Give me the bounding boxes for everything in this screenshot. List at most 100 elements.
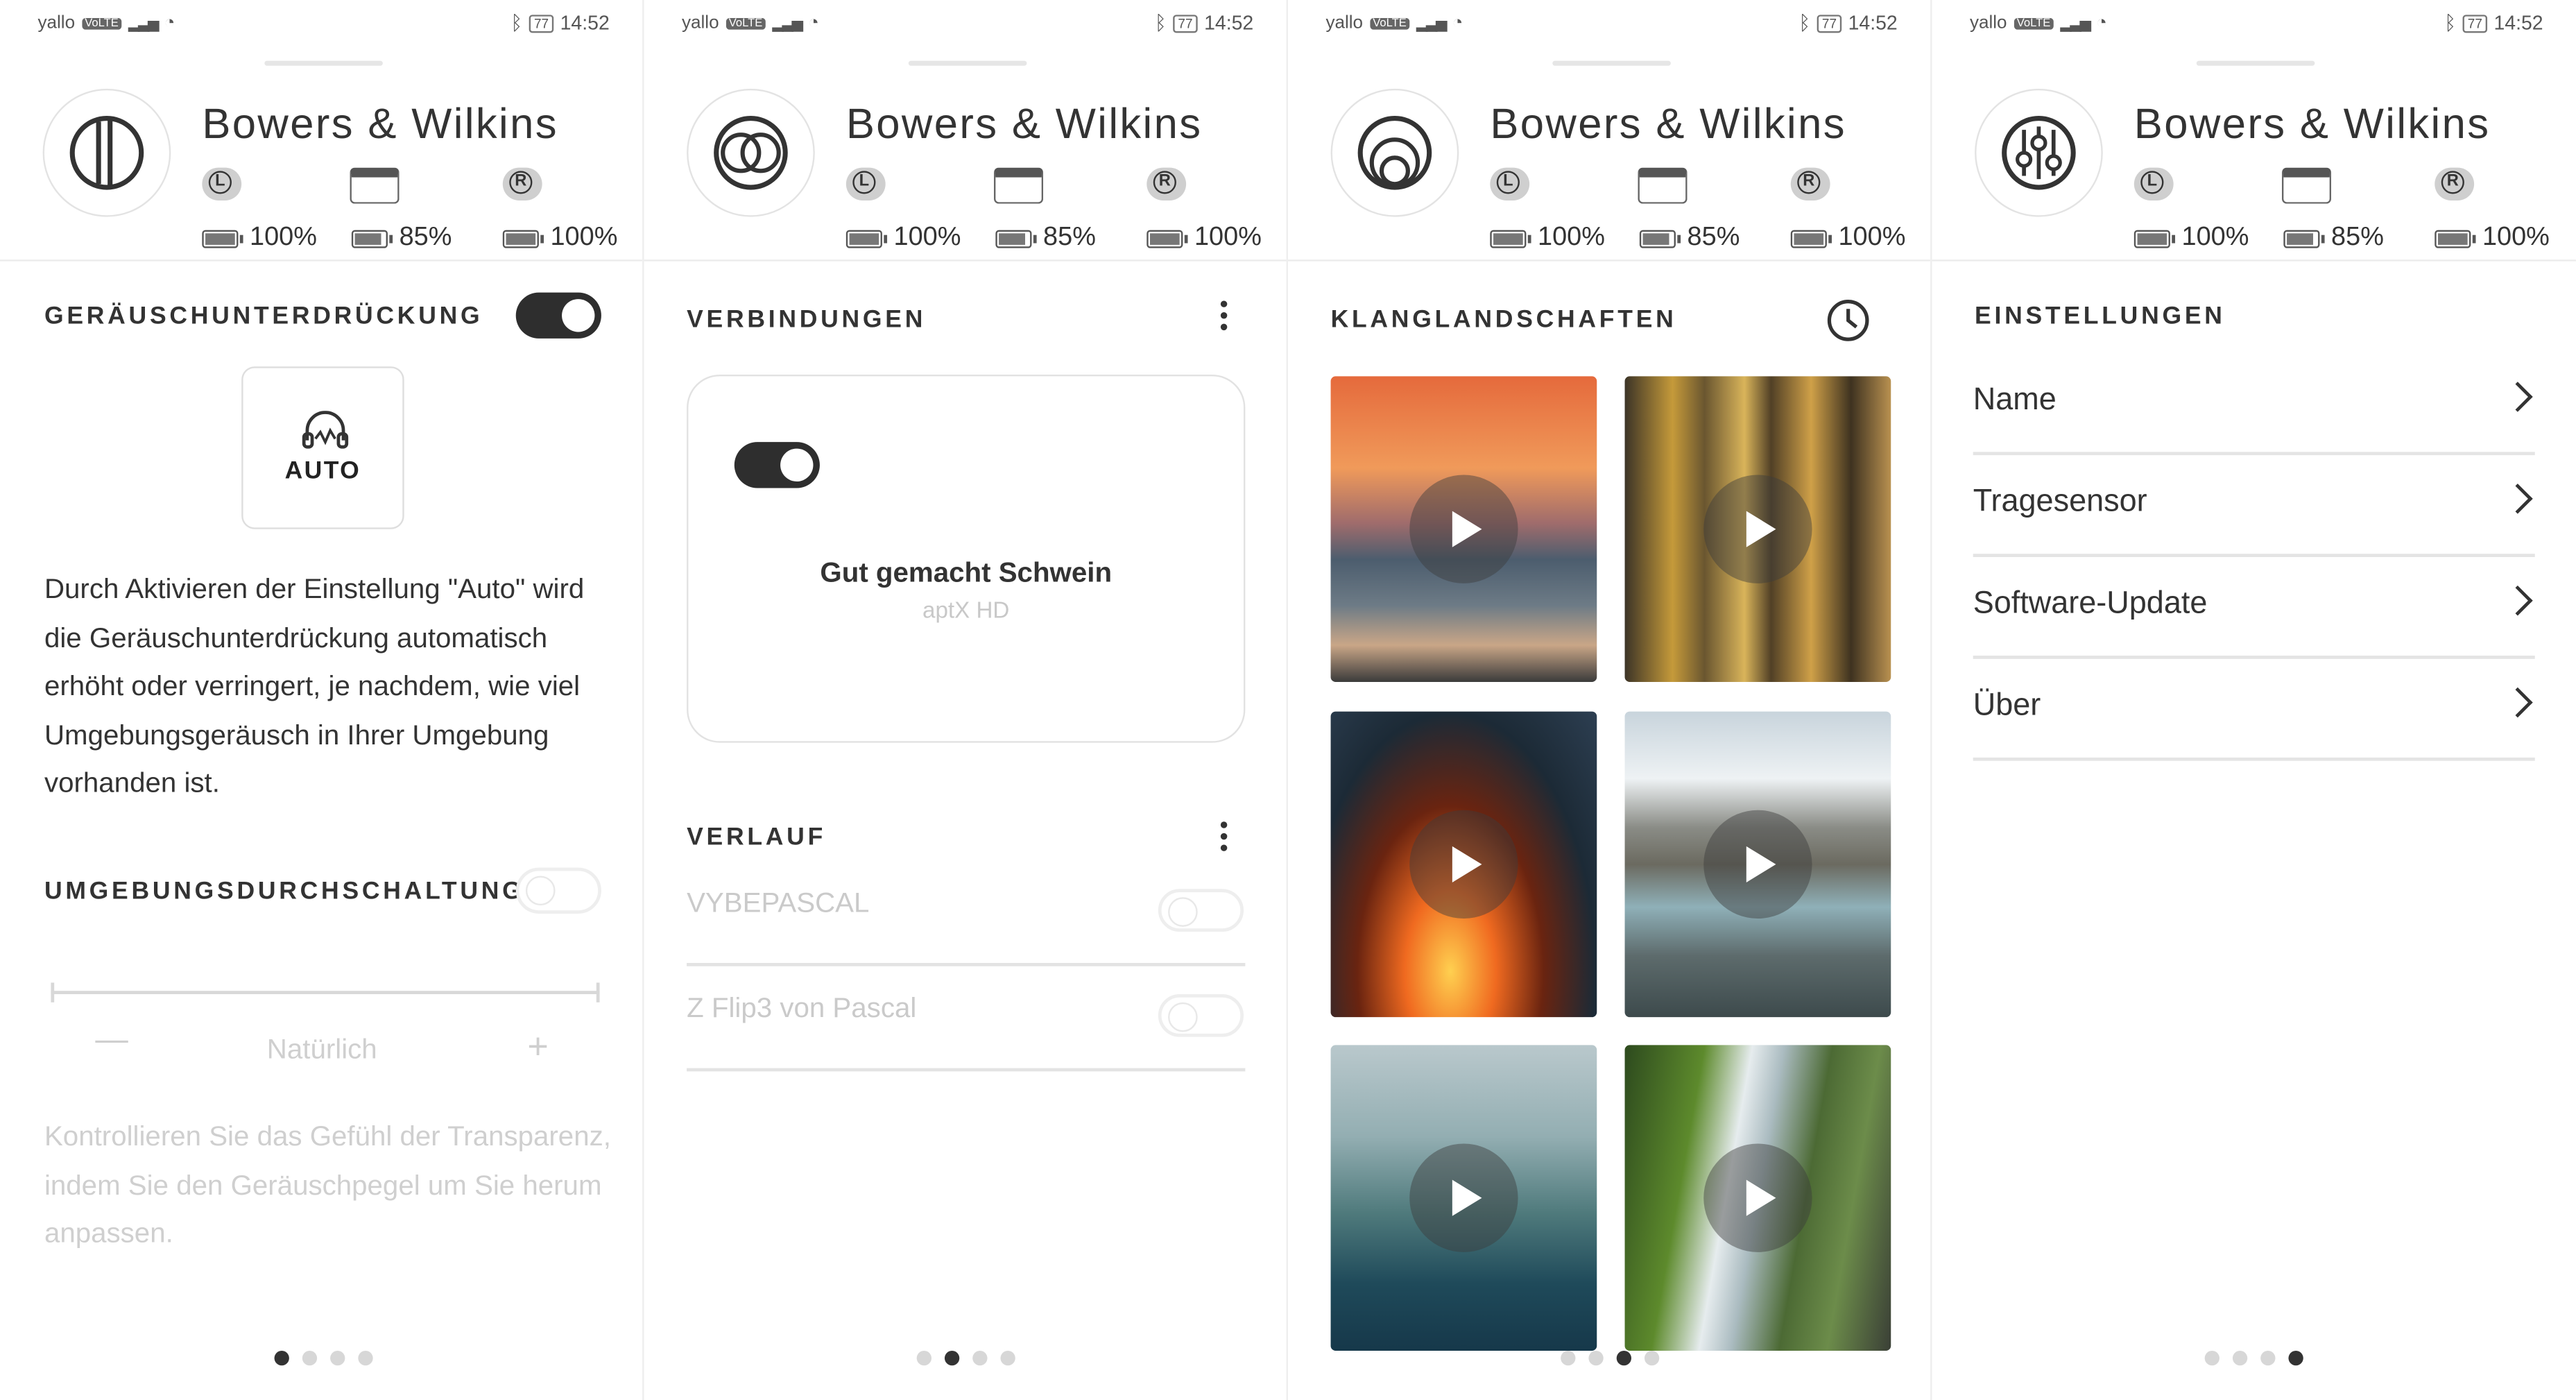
play-icon[interactable]: [1703, 810, 1812, 919]
left-earbud-icon: L: [2133, 167, 2174, 200]
soundscape-rain-on-glass[interactable]: [1330, 1045, 1597, 1351]
page-dot[interactable]: [972, 1350, 988, 1366]
battery-levels: 100% 85% 100%: [845, 223, 1273, 256]
device-icons: L R: [845, 167, 1257, 207]
history-more-icon[interactable]: [1219, 821, 1229, 854]
soundscape-sunset-beach[interactable]: [1330, 376, 1597, 682]
bluetooth-icon: ᛒ: [2444, 11, 2457, 35]
settings-panel: yallo VoLTE ▂▃▅ ◔ ᛒ 77 14:52 Bowers & Wilkins…: [1932, 0, 2576, 1400]
sheet-grabber[interactable]: [264, 60, 383, 66]
page-dot[interactable]: [274, 1350, 289, 1366]
page-dot[interactable]: [1588, 1350, 1604, 1366]
play-icon[interactable]: [1409, 475, 1518, 583]
battery-right: 100%: [1194, 223, 1262, 252]
page-dot[interactable]: [1000, 1350, 1015, 1366]
battery-levels: 100% 85% 100%: [2133, 223, 2561, 256]
history-clock-icon[interactable]: [1826, 298, 1871, 343]
ambient-title: UMGEBUNGSDURCHSCHALTUNG: [44, 877, 525, 906]
battery-left: 100%: [2181, 223, 2249, 252]
volte-badge: VoLTE: [725, 17, 766, 29]
ambient-toggle[interactable]: [515, 867, 601, 914]
history-row[interactable]: VYBEPASCAL: [687, 861, 1246, 966]
page-dot[interactable]: [302, 1350, 318, 1366]
charging-case-icon: [994, 167, 1044, 204]
page-indicator[interactable]: [1561, 1350, 1660, 1366]
page-dot[interactable]: [2204, 1350, 2219, 1366]
soundscape-mountain-river[interactable]: [1624, 711, 1891, 1018]
battery-case: 85%: [2331, 223, 2384, 252]
history-toggle[interactable]: [1158, 889, 1244, 932]
concentric-circles-icon[interactable]: [1330, 88, 1459, 217]
active-connection-card[interactable]: Gut gemacht Schwein aptX HD: [687, 375, 1246, 743]
status-time: 14:52: [1848, 11, 1898, 35]
connection-toggle[interactable]: [734, 442, 820, 488]
page-indicator[interactable]: [2204, 1350, 2303, 1366]
chevron-right-icon: [2502, 484, 2533, 514]
connections-more-icon[interactable]: [1219, 300, 1229, 333]
play-icon[interactable]: [1703, 1143, 1812, 1252]
chevron-right-icon: [2502, 382, 2533, 412]
signal-icon: ▂▃▅: [128, 14, 159, 31]
play-icon[interactable]: [1703, 475, 1812, 583]
page-dot[interactable]: [2232, 1350, 2248, 1366]
sheet-grabber[interactable]: [908, 60, 1027, 66]
device-icons: L R: [2133, 167, 2545, 207]
divider: [0, 259, 643, 262]
page-indicator[interactable]: [274, 1350, 373, 1366]
headphones-icon: [302, 411, 349, 449]
soundscape-campfire[interactable]: [1330, 711, 1597, 1018]
slider-plus-button[interactable]: +: [527, 1025, 548, 1068]
page-dot[interactable]: [1616, 1350, 1632, 1366]
soundscape-waterfall[interactable]: [1624, 1045, 1891, 1351]
history-title: VERLAUF: [687, 823, 827, 851]
ambient-slider[interactable]: [51, 982, 600, 1002]
settings-item-about[interactable]: Über: [1973, 656, 2535, 761]
equalizer-icon[interactable]: [1975, 88, 2103, 217]
charging-case-icon: [350, 167, 400, 204]
settings-item-wear-sensor[interactable]: Tragesensor: [1973, 452, 2535, 557]
play-icon[interactable]: [1409, 1143, 1518, 1252]
right-earbud-icon: R: [1790, 167, 1830, 200]
history-toggle[interactable]: [1158, 994, 1244, 1037]
battery-right: 100%: [550, 223, 618, 252]
page-dot[interactable]: [944, 1350, 960, 1366]
play-icon[interactable]: [1409, 810, 1518, 919]
brand-title: Bowers & Wilkins: [1490, 99, 1846, 148]
volte-badge: VoLTE: [81, 17, 122, 29]
page-dot[interactable]: [2288, 1350, 2303, 1366]
page-dot[interactable]: [358, 1350, 373, 1366]
settings-item-name[interactable]: Name: [1973, 350, 2535, 456]
carrier-label: yallo: [681, 12, 719, 33]
page-dot[interactable]: [1561, 1350, 1576, 1366]
page-indicator[interactable]: [916, 1350, 1015, 1366]
status-time: 14:52: [2493, 11, 2543, 35]
brand-title: Bowers & Wilkins: [2133, 99, 2491, 148]
soundscape-autumn-forest[interactable]: [1624, 376, 1891, 682]
status-time: 14:52: [1204, 11, 1254, 35]
status-battery-icon: 77: [529, 14, 554, 33]
history-row[interactable]: Z Flip3 von Pascal: [687, 966, 1246, 1072]
sheet-grabber[interactable]: [2196, 60, 2315, 66]
status-battery-icon: 77: [2462, 14, 2487, 33]
page-dot[interactable]: [330, 1350, 345, 1366]
page-dot[interactable]: [2260, 1350, 2276, 1366]
battery-icon: [2133, 229, 2176, 248]
page-dot[interactable]: [1644, 1350, 1660, 1366]
settings-item-software-update[interactable]: Software-Update: [1973, 554, 2535, 659]
page-dot[interactable]: [916, 1350, 931, 1366]
battery-icon: [502, 229, 544, 248]
charging-case-icon: [1638, 167, 1688, 204]
noise-cancel-icon[interactable]: [42, 88, 171, 217]
settings-item-label: Tragesensor: [1973, 484, 2147, 520]
wifi-icon: ◔: [2096, 12, 2107, 33]
sheet-grabber[interactable]: [1552, 60, 1671, 66]
auto-mode-button[interactable]: AUTO: [241, 366, 404, 529]
battery-left: 100%: [893, 223, 961, 252]
connections-title: VERBINDUNGEN: [687, 305, 927, 334]
linked-circles-icon[interactable]: [687, 88, 815, 217]
battery-left: 100%: [250, 223, 317, 252]
noise-cancel-toggle[interactable]: [515, 292, 601, 339]
battery-icon: [202, 229, 243, 248]
status-bar: yallo VoLTE ▂▃▅ ◔ ᛒ 77 14:52: [1932, 0, 2575, 46]
volte-badge: VoLTE: [2013, 17, 2054, 29]
